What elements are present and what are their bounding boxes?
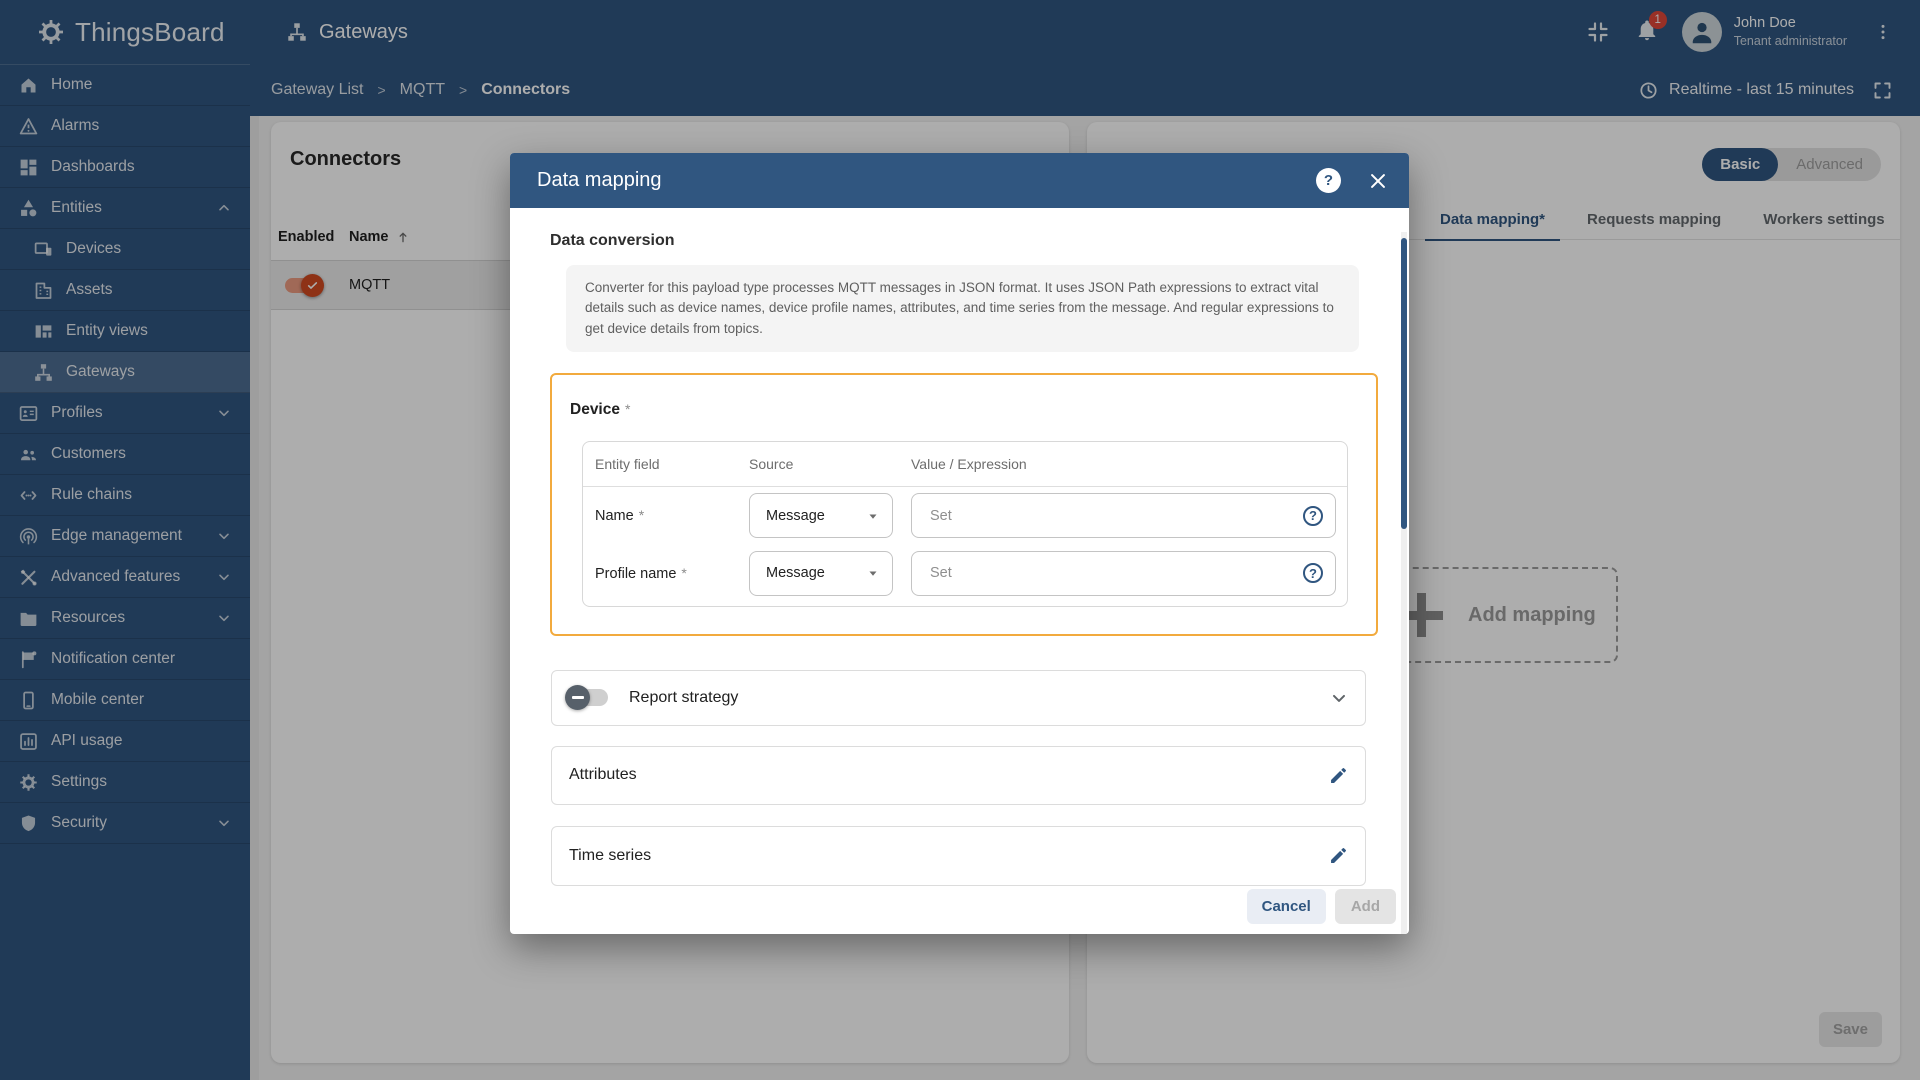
field-help-icon[interactable]: ? bbox=[1303, 563, 1323, 584]
device-table: Entity field Source Value / Expression N… bbox=[582, 440, 1348, 607]
column-entity-field: Entity field bbox=[595, 455, 660, 472]
edit-time-series-icon[interactable] bbox=[1328, 845, 1349, 866]
field-label: Name * bbox=[595, 507, 645, 525]
required-marker: * bbox=[638, 507, 645, 524]
report-strategy-toggle[interactable] bbox=[565, 685, 608, 711]
field-help-icon[interactable]: ? bbox=[1303, 505, 1323, 526]
value-input-profile[interactable] bbox=[916, 565, 1303, 582]
chevron-down-icon[interactable] bbox=[1329, 688, 1349, 708]
field-label: Profile name * bbox=[595, 564, 687, 582]
dialog-title: Data mapping bbox=[537, 169, 662, 191]
dialog-footer: Cancel Add bbox=[1246, 889, 1396, 924]
attributes-label: Attributes bbox=[569, 766, 637, 784]
add-button[interactable]: Add bbox=[1334, 889, 1396, 924]
column-source: Source bbox=[749, 455, 794, 472]
edit-attributes-icon[interactable] bbox=[1328, 765, 1349, 786]
time-series-label: Time series bbox=[569, 846, 652, 864]
value-input-name[interactable] bbox=[916, 507, 1303, 524]
device-row-profile-name: Profile name* Message ? bbox=[583, 545, 1347, 602]
dialog-header: Data mapping ? bbox=[510, 153, 1409, 208]
required-marker: * bbox=[681, 564, 687, 581]
data-conversion-title: Data conversion bbox=[550, 232, 675, 249]
cancel-button[interactable]: Cancel bbox=[1246, 889, 1326, 924]
source-select-name[interactable]: Message bbox=[749, 493, 893, 539]
time-series-card: Time series bbox=[551, 825, 1366, 886]
caret-down-icon bbox=[864, 564, 882, 582]
device-table-header: Entity field Source Value / Expression bbox=[583, 442, 1347, 487]
required-marker: * bbox=[624, 400, 631, 417]
dialog-body: Data conversion Converter for this paylo… bbox=[510, 232, 1409, 934]
help-button[interactable]: ? bbox=[1316, 168, 1341, 193]
caret-down-icon bbox=[864, 507, 882, 525]
report-strategy-label: Report strategy bbox=[629, 688, 739, 706]
device-section-title: Device * bbox=[570, 400, 631, 418]
column-value-expression: Value / Expression bbox=[911, 455, 1027, 472]
dialog-scrollbar-thumb[interactable] bbox=[1401, 238, 1407, 529]
attributes-card: Attributes bbox=[551, 745, 1366, 805]
report-strategy-card: Report strategy bbox=[551, 669, 1366, 726]
app-root: ThingsBoard Gateways 1 John Doe Tenant a… bbox=[0, 0, 1920, 1080]
value-field-name: ? bbox=[911, 493, 1336, 539]
close-icon[interactable] bbox=[1367, 170, 1389, 192]
device-row-name: Name* Message ? bbox=[583, 487, 1347, 545]
data-mapping-dialog: Data mapping ? Data conversion Converter… bbox=[510, 153, 1409, 934]
value-field-profile: ? bbox=[911, 550, 1336, 596]
device-section: Device * Entity field Source Value / Expr… bbox=[550, 372, 1378, 636]
converter-info-text: Converter for this payload type processe… bbox=[566, 265, 1359, 352]
source-select-profile[interactable]: Message bbox=[749, 550, 893, 596]
